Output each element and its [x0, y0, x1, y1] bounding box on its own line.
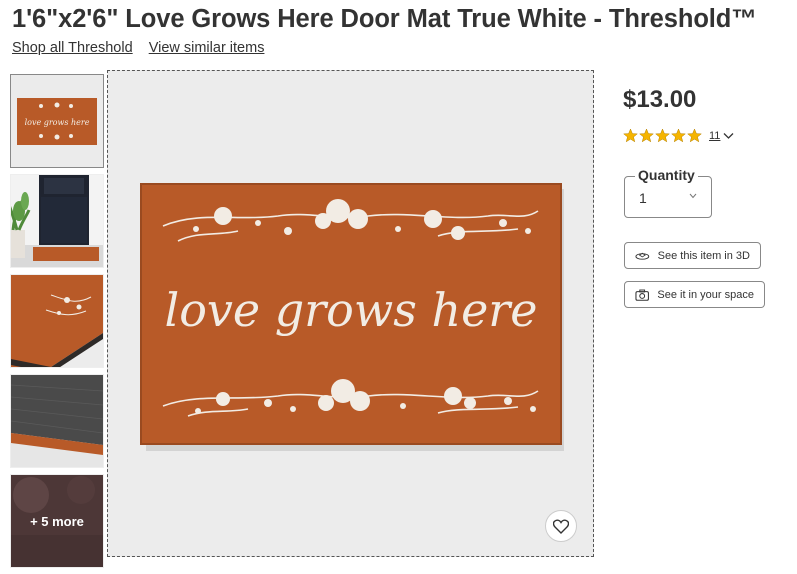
quantity-label: Quantity [635, 167, 698, 183]
quantity-select[interactable]: Quantity 1 [624, 167, 712, 218]
view-similar-items-link[interactable]: View similar items [149, 40, 265, 56]
mat-text: love grows here [164, 283, 537, 337]
shop-all-threshold-link[interactable]: Shop all Threshold [12, 40, 133, 56]
quantity-value: 1 [639, 190, 647, 206]
caret-down-icon [689, 193, 697, 199]
svg-text:love grows here: love grows here [25, 118, 90, 127]
see-in-3d-button[interactable]: See this item in 3D [624, 242, 761, 269]
chevron-down-icon[interactable] [723, 132, 734, 140]
product-price: $13.00 [623, 86, 697, 113]
thumbnail-3[interactable] [10, 274, 104, 368]
3d-view-icon [635, 252, 650, 260]
see-in-your-space-label: See it in your space [657, 288, 754, 301]
heart-icon [553, 518, 569, 534]
rating-count-link[interactable]: 11 [709, 130, 720, 142]
more-images-label: + 5 more [11, 475, 103, 567]
thumbnail-more[interactable]: + 5 more [10, 474, 104, 568]
thumbnail-2[interactable] [10, 174, 104, 268]
favorite-button[interactable] [545, 510, 577, 542]
rating-stars [623, 128, 703, 143]
camera-icon [635, 289, 649, 301]
door-mat-image: love grows here [108, 71, 593, 556]
main-product-image[interactable]: love grows here [107, 70, 594, 557]
product-links: Shop all Threshold View similar items [12, 40, 276, 56]
star-icon [623, 128, 702, 143]
product-rating[interactable]: 11 [623, 128, 734, 143]
product-title: 1'6"x2'6" Love Grows Here Door Mat True … [12, 5, 757, 33]
thumbnail-1[interactable]: love grows here [10, 74, 104, 168]
see-in-3d-label: See this item in 3D [657, 249, 750, 262]
thumbnail-4[interactable] [10, 374, 104, 468]
see-in-your-space-button[interactable]: See it in your space [624, 281, 765, 308]
thumbnail-strip: love grows here + 5 more [10, 74, 104, 574]
